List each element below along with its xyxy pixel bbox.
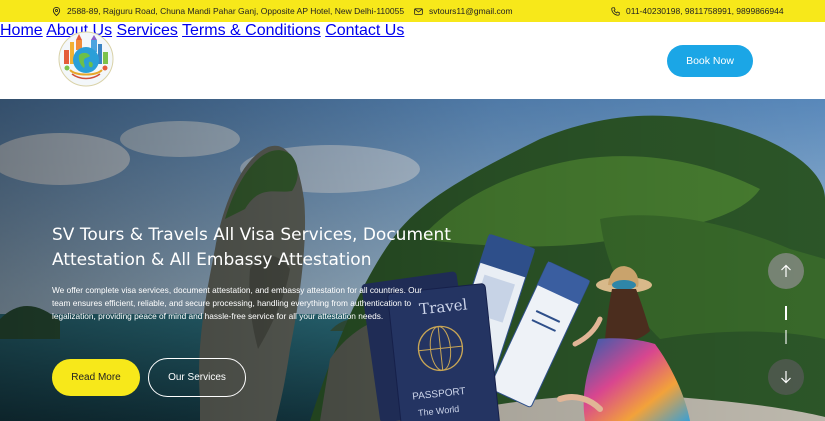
nav-home[interactable]: Home [0, 22, 43, 39]
nav-contact-us[interactable]: Contact Us [325, 22, 404, 39]
book-now-button[interactable]: Book Now [667, 45, 753, 77]
top-info-bar: 2588-89, Rajguru Road, Chuna Mandi Pahar… [0, 0, 825, 22]
site-header: Home About Us Services Terms & Condition… [0, 22, 825, 99]
hero-description-line-3: legalization, providing peace of mind an… [52, 311, 384, 321]
slider-prev-button[interactable] [768, 253, 804, 289]
mail-icon [414, 7, 423, 15]
nav-services[interactable]: Services [117, 22, 178, 39]
hero-description: We offer complete visa services, documen… [52, 284, 422, 323]
location-pin-icon [52, 6, 61, 16]
slider-next-button[interactable] [768, 359, 804, 395]
hero-description-line-2: team ensures efficient, reliable, and se… [52, 298, 412, 308]
address-info: 2588-89, Rajguru Road, Chuna Mandi Pahar… [52, 0, 404, 22]
read-more-button[interactable]: Read More [52, 359, 140, 396]
email-info[interactable]: svtours11@gmail.com [414, 0, 513, 22]
hero-title-line-1: SV Tours & Travels All Visa Services, Do… [52, 225, 451, 245]
arrow-down-icon [781, 371, 791, 384]
email-text[interactable]: svtours11@gmail.com [429, 6, 513, 16]
phone-info[interactable]: 011-40230198, 9811758991, 9899866944 [611, 0, 784, 22]
hero-title: SV Tours & Travels All Visa Services, Do… [52, 223, 452, 273]
phone-text[interactable]: 011-40230198, 9811758991, 9899866944 [626, 6, 784, 16]
slider-indicator[interactable] [785, 330, 787, 344]
nav-terms-conditions[interactable]: Terms & Conditions [182, 22, 321, 39]
slider-indicator-active[interactable] [785, 306, 787, 320]
arrow-up-icon [781, 264, 791, 277]
site-logo[interactable] [58, 30, 114, 88]
phone-icon [611, 6, 620, 16]
hero-slider: Travel PASSPORT The World SV Tours & Tra… [0, 99, 825, 421]
address-text: 2588-89, Rajguru Road, Chuna Mandi Pahar… [67, 6, 405, 16]
our-services-button[interactable]: Our Services [148, 358, 246, 397]
hero-description-line-1: We offer complete visa services, documen… [52, 285, 423, 295]
hero-title-line-2: Attestation & All Embassy Attestation [52, 250, 372, 270]
